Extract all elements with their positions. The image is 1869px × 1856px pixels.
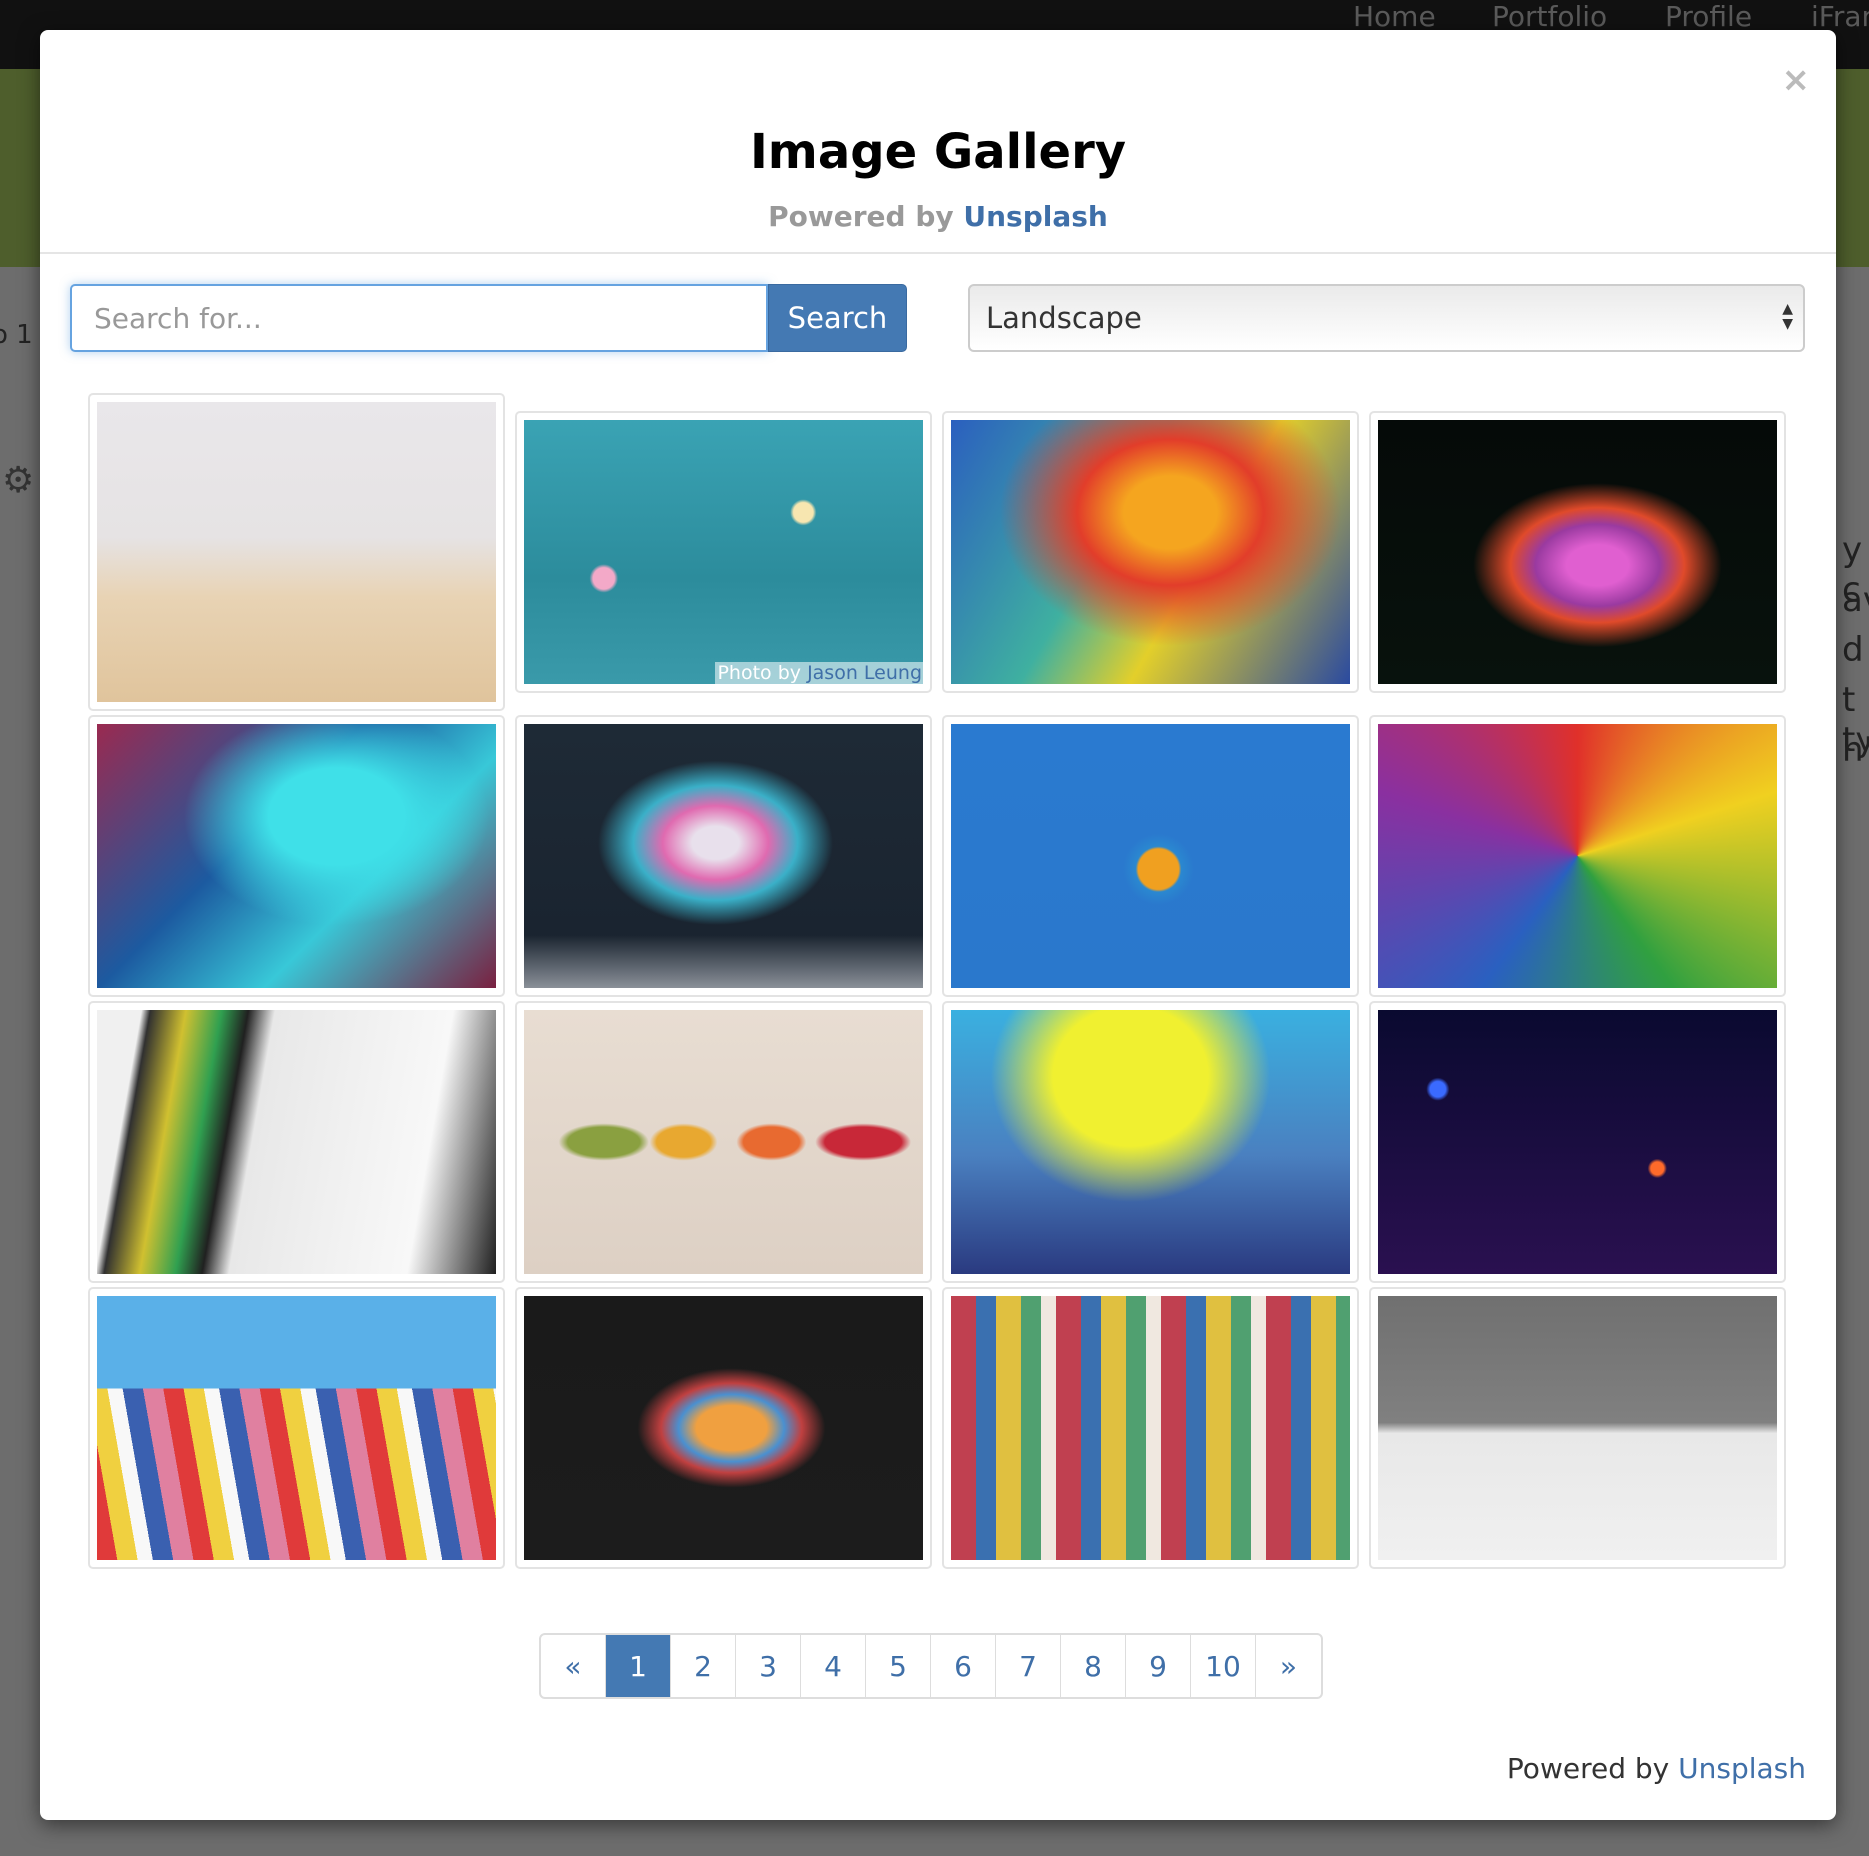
thumbnail-card[interactable]: [88, 1001, 505, 1283]
thumbnail-card[interactable]: Photo by Jason Leung: [515, 411, 932, 693]
pagination: «1 2 3 4 5 6 7 8 9 10»: [539, 1633, 1323, 1699]
thumbnail-image[interactable]: [1378, 1010, 1777, 1274]
footer-unsplash-link[interactable]: Unsplash: [1678, 1752, 1806, 1785]
thumbnail-image[interactable]: [524, 724, 923, 988]
modal-title: Image Gallery: [749, 124, 1127, 180]
thumbnail-card[interactable]: [1369, 715, 1786, 997]
pagination-page[interactable]: 6: [931, 1635, 996, 1697]
pagination-page[interactable]: 10: [1191, 1635, 1256, 1697]
thumbnail-image[interactable]: [1378, 420, 1777, 684]
modal-subtitle: Powered by Unsplash: [40, 200, 1836, 233]
thumbnail-card[interactable]: [942, 1287, 1359, 1569]
orientation-select[interactable]: Landscape ▲ ▼: [968, 284, 1805, 352]
thumbnail-card[interactable]: [515, 1287, 932, 1569]
thumbnail-card[interactable]: [515, 715, 932, 997]
thumbnail-card[interactable]: [88, 1287, 505, 1569]
pagination-prev[interactable]: «: [541, 1635, 606, 1697]
pagination-page[interactable]: 3: [736, 1635, 801, 1697]
search-button[interactable]: Search: [768, 284, 907, 352]
gear-icon: ⚙: [2, 460, 35, 501]
nav-home[interactable]: Home: [1353, 0, 1436, 34]
thumbnail-card[interactable]: [942, 715, 1359, 997]
unsplash-link[interactable]: Unsplash: [963, 200, 1107, 233]
thumbnail-image[interactable]: [524, 420, 923, 684]
pagination-page[interactable]: 1: [606, 1635, 671, 1697]
thumbnail-card[interactable]: [515, 1001, 932, 1283]
photographer-link[interactable]: Jason Leung: [807, 662, 922, 684]
divider: [40, 252, 1836, 254]
backdrop-text: h': [1842, 730, 1869, 770]
thumbnail-image[interactable]: [97, 1296, 496, 1560]
thumbnail-image[interactable]: [951, 724, 1350, 988]
nav-iframe[interactable]: iFrame: [1811, 0, 1869, 34]
pagination-page[interactable]: 2: [671, 1635, 736, 1697]
thumbnail-image[interactable]: [97, 402, 496, 702]
thumbnail-grid: Photo by Jason Leung: [88, 393, 1786, 1569]
pagination-page[interactable]: 8: [1061, 1635, 1126, 1697]
pagination-page[interactable]: 4: [801, 1635, 866, 1697]
thumbnail-card[interactable]: [942, 411, 1359, 693]
thumbnail-image[interactable]: [97, 1010, 496, 1274]
thumbnail-image[interactable]: [524, 1296, 923, 1560]
photo-credit: Photo by Jason Leung: [715, 662, 924, 684]
close-button[interactable]: ×: [1782, 60, 1811, 100]
pagination-next[interactable]: »: [1256, 1635, 1321, 1697]
thumbnail-card[interactable]: [1369, 411, 1786, 693]
thumbnail-image[interactable]: [524, 1010, 923, 1274]
nav-profile[interactable]: Profile: [1665, 0, 1752, 34]
pagination-page[interactable]: 9: [1126, 1635, 1191, 1697]
backdrop-text: ave: [1842, 580, 1869, 620]
thumbnail-card[interactable]: [88, 715, 505, 997]
footer-prefix: Powered by: [1506, 1752, 1670, 1785]
orientation-select-value: Landscape: [986, 301, 1142, 335]
backdrop-text: d: [1842, 630, 1864, 670]
thumbnail-image[interactable]: [1378, 724, 1777, 988]
search-input[interactable]: [70, 284, 768, 352]
subtitle-prefix: Powered by: [768, 200, 954, 233]
thumbnail-image[interactable]: [951, 1296, 1350, 1560]
thumbnail-card[interactable]: [1369, 1287, 1786, 1569]
select-arrows-icon: ▲ ▼: [1782, 301, 1793, 332]
footer-credit: Powered by Unsplash: [1507, 1752, 1806, 1785]
thumbnail-image[interactable]: [951, 1010, 1350, 1274]
thumbnail-card[interactable]: [942, 1001, 1359, 1283]
backdrop-text: o 1: [0, 320, 33, 350]
nav-portfolio[interactable]: Portfolio: [1492, 0, 1607, 34]
image-gallery-modal: × Image Gallery Powered by Unsplash Sear…: [40, 30, 1836, 1820]
thumbnail-image[interactable]: [1378, 1296, 1777, 1560]
pagination-page[interactable]: 7: [996, 1635, 1061, 1697]
pagination-page[interactable]: 5: [866, 1635, 931, 1697]
thumbnail-card[interactable]: [88, 393, 505, 711]
thumbnail-image[interactable]: [97, 724, 496, 988]
photo-credit-prefix: Photo by: [717, 662, 802, 684]
thumbnail-card[interactable]: [1369, 1001, 1786, 1283]
thumbnail-image[interactable]: [951, 420, 1350, 684]
